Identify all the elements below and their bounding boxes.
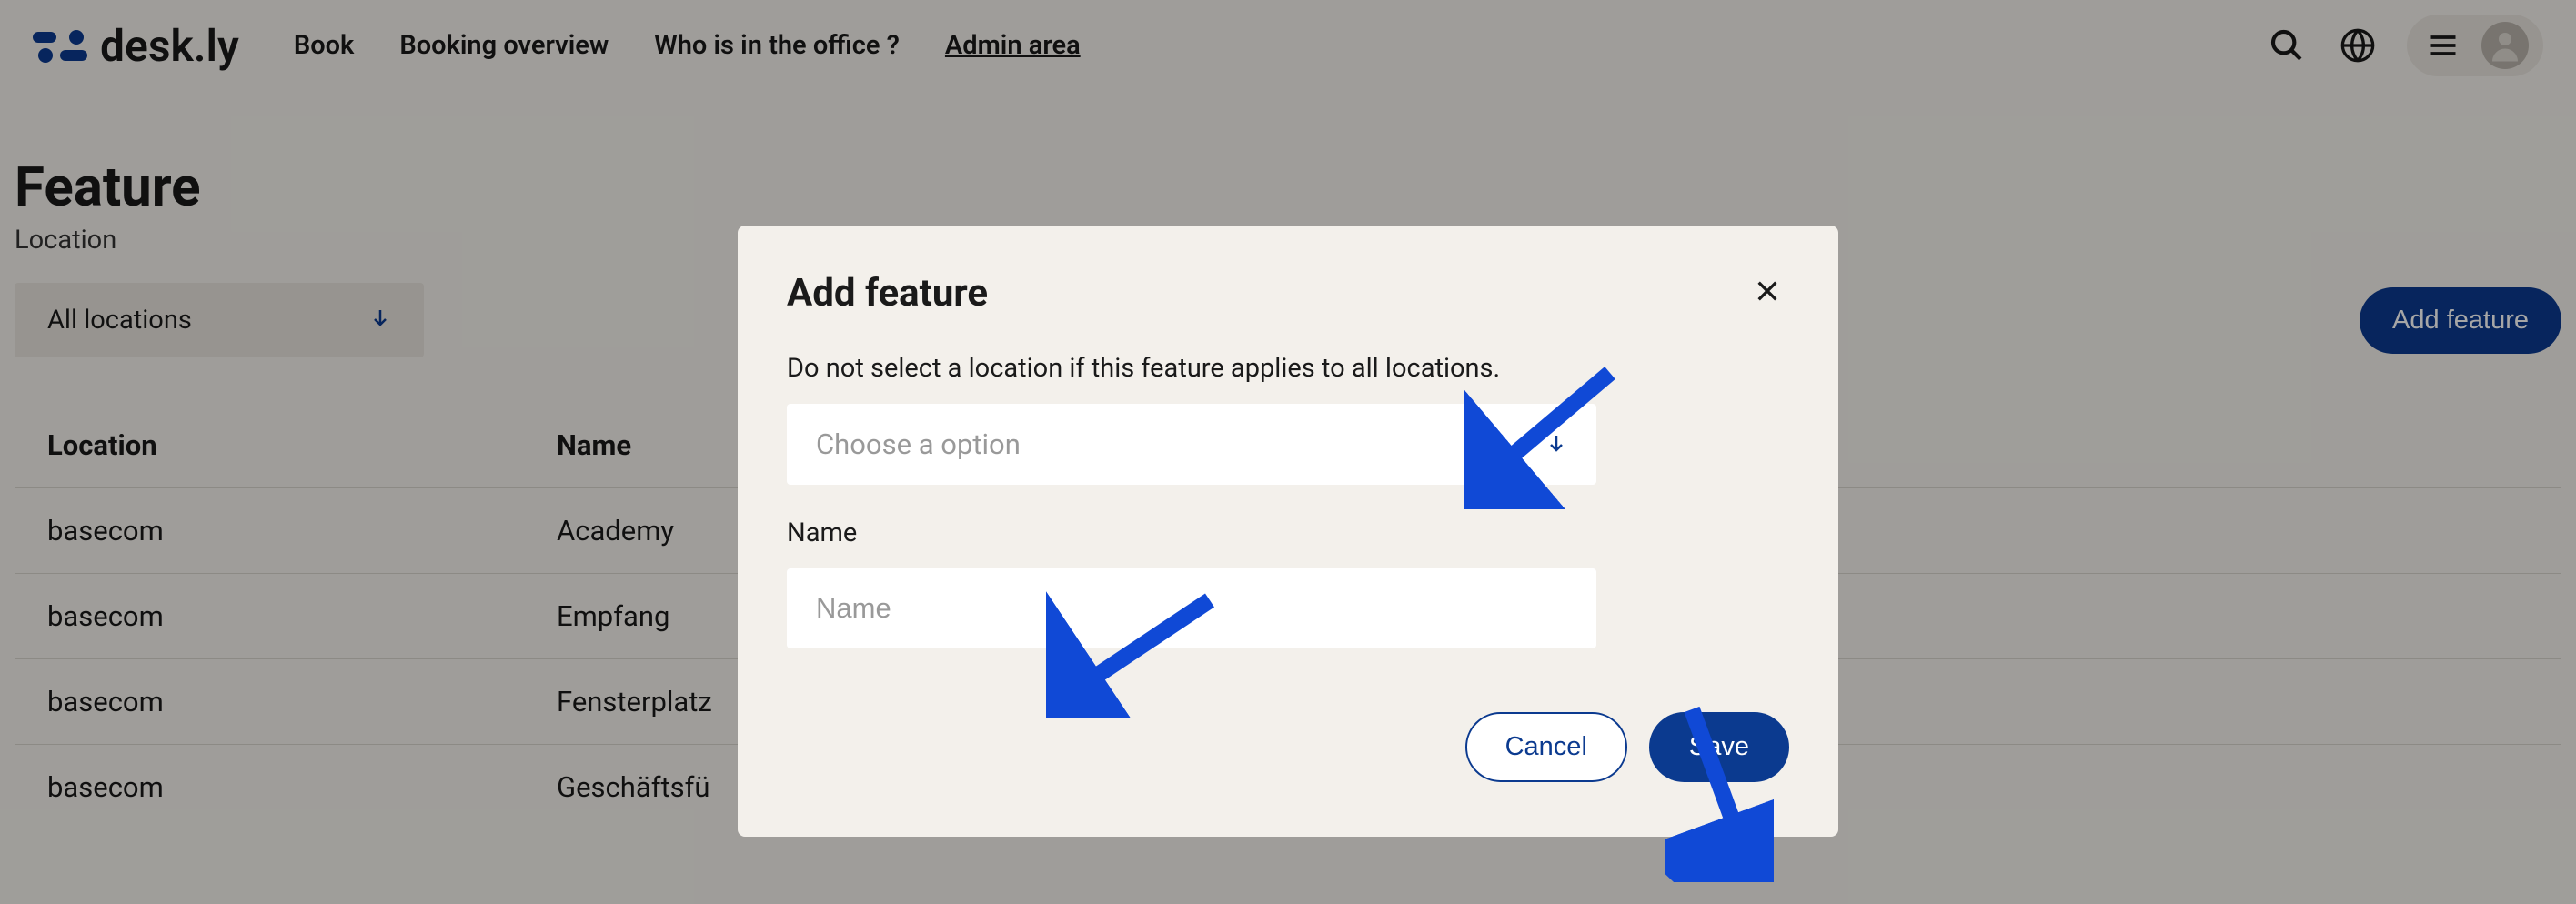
save-button[interactable]: Save: [1649, 712, 1789, 782]
name-input[interactable]: [787, 568, 1596, 648]
add-feature-modal: Add feature Do not select a location if …: [738, 226, 1838, 837]
name-field-label: Name: [787, 517, 1789, 548]
modal-description: Do not select a location if this feature…: [787, 353, 1789, 384]
cancel-button[interactable]: Cancel: [1465, 712, 1627, 782]
modal-overlay: Add feature Do not select a location if …: [0, 0, 2576, 904]
select-placeholder: Choose a option: [816, 427, 1021, 461]
modal-header: Add feature: [787, 269, 1789, 316]
modal-actions: Cancel Save: [787, 712, 1789, 782]
location-select[interactable]: Choose a option: [787, 404, 1596, 485]
close-button[interactable]: [1746, 269, 1789, 316]
modal-title: Add feature: [787, 271, 988, 316]
arrow-down-icon: [1545, 432, 1567, 457]
